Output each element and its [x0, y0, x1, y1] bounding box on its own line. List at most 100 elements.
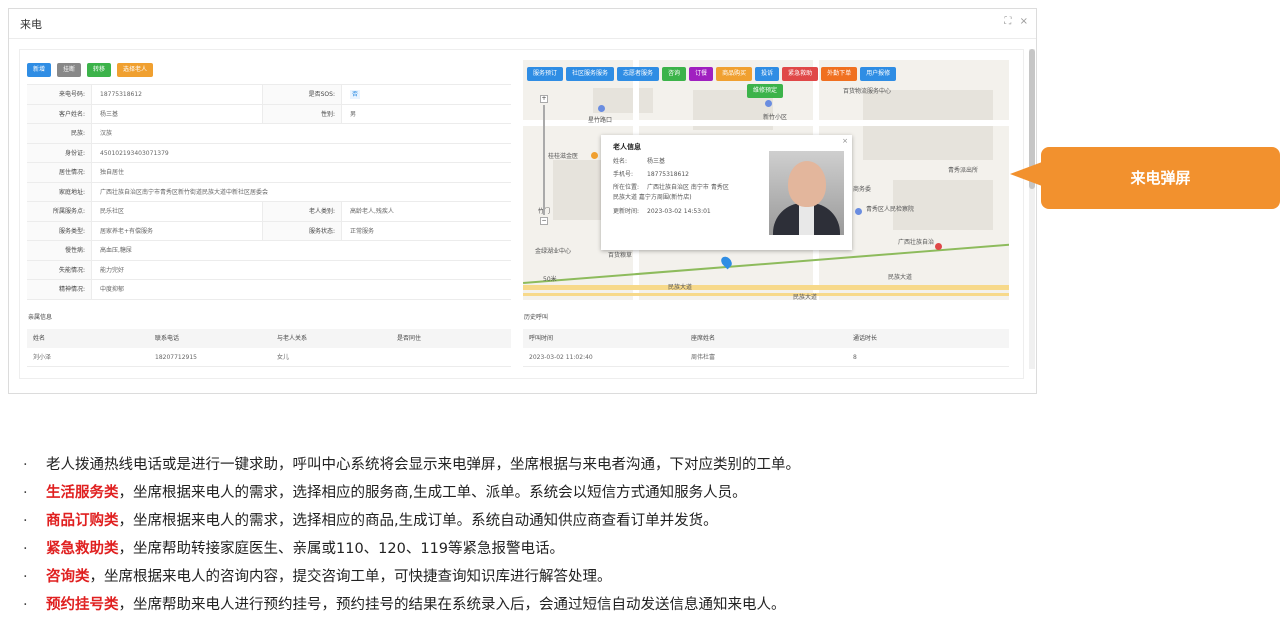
ability-value[interactable]: 能力完好 [92, 261, 511, 280]
feature-list: · 老人拨通热线电话或是进行一键求助，呼叫中心系统将会显示来电弹屏，坐席根据与来电… [23, 451, 800, 619]
map-label: 民族大道 [888, 274, 913, 281]
tool-community-service[interactable]: 社区服务服务 [566, 67, 615, 81]
transfer-button[interactable]: 转移 [87, 63, 112, 77]
form-row: 民族: 汉族 [27, 124, 511, 144]
tool-meal[interactable]: 订餐 [689, 67, 714, 81]
form-row: 客户姓名: 杨三基 性别: 男 [27, 104, 511, 124]
map-label: 新竹小区 [763, 114, 788, 121]
list-item: · 商品订购类，坐席根据来电人的需求，选择相应的商品,生成订单。系统自动通知供应商… [23, 513, 718, 529]
map-label: 民族大道 [668, 284, 693, 291]
gender-value[interactable]: 男 [342, 105, 511, 124]
map-poi-icon[interactable] [765, 100, 772, 107]
form-row: 所属服务点: 民乐社区 老人类别: 高龄老人,残疾人 [27, 202, 511, 222]
service-type-label: 服务类型: [27, 221, 92, 240]
elder-type-value[interactable]: 高龄老人,残疾人 [342, 202, 511, 221]
title-divider [9, 38, 1036, 39]
caller-form: 来电号码: 18775318612 是否SOS: 否 客户姓名: 杨三基 性别:… [27, 84, 511, 300]
map-label: 金绿湖业中心 [535, 248, 572, 255]
callout-arrow [1010, 162, 1042, 186]
tool-consult[interactable]: 咨询 [662, 67, 687, 81]
list-item: · 生活服务类，坐席根据来电人的需求，选择相应的服务商,生成工单、派单。系统会以短… [23, 485, 747, 501]
sos-value: 否 [342, 85, 511, 104]
disease-value[interactable]: 中度抑郁 [92, 280, 511, 299]
tool-complaint[interactable]: 投诉 [755, 67, 780, 81]
select-elder-button[interactable]: 选择老人 [117, 63, 154, 77]
dialog-title: 来电 [20, 18, 42, 31]
chronic-label: 慢性病: [27, 241, 92, 260]
tool-field-order[interactable]: 外勤下单 [821, 67, 858, 81]
agency-value[interactable]: 民乐社区 [92, 202, 262, 221]
zoom-slider[interactable] [543, 105, 545, 215]
address-value[interactable]: 广西壮族自治区南宁市青秀区新竹街道民族大道中新社区居委会 [92, 183, 511, 202]
map-poi-icon[interactable] [598, 105, 605, 112]
service-status-label: 服务状态: [262, 221, 342, 240]
phone-label: 来电号码: [27, 85, 92, 104]
service-status-value[interactable]: 正常服务 [342, 222, 511, 241]
tool-repair-booking[interactable]: 维修预定 [747, 84, 784, 98]
elder-type-label: 老人类别: [262, 202, 342, 221]
hospital-icon[interactable] [935, 243, 942, 250]
popup-row: 姓名: 杨三基 [613, 158, 666, 165]
map-label: 青秀区人民检察院 [866, 206, 915, 213]
add-button[interactable]: 新增 [27, 63, 52, 77]
form-row: 精神情况: 中度抑郁 [27, 280, 511, 300]
map-label: 百货粮草 [608, 252, 633, 259]
name-value[interactable]: 杨三基 [92, 105, 262, 124]
action-toolbar: 新增 挂断 转移 选择老人 [27, 63, 154, 77]
scrollbar[interactable] [1029, 49, 1035, 369]
popup-row: 手机号: 18775318612 [613, 171, 689, 178]
window-controls: ⛶ × [999, 16, 1028, 27]
map-label: 桂桂滋金医 [548, 153, 579, 160]
map-zoom-control[interactable]: + − [540, 95, 548, 225]
history-table: 呼叫时间 座席姓名 通话时长 2023-03-02 11:02:40 周伟杜富 … [523, 329, 1009, 367]
maximize-icon[interactable]: ⛶ [1004, 16, 1011, 27]
living-value[interactable]: 独自居住 [92, 163, 511, 182]
close-icon[interactable]: × [1020, 16, 1028, 27]
tool-volunteer[interactable]: 志愿者服务 [617, 67, 660, 81]
map-poi-icon[interactable] [591, 152, 598, 159]
gender-label: 性别: [262, 104, 342, 123]
chronic-value[interactable]: 高血压,糖尿 [92, 241, 511, 260]
elder-info-popup: × 老人信息 姓名: 杨三基 手机号: 18775318612 所在位置: 广西壮族自… [601, 135, 852, 250]
map-main-road [523, 285, 1009, 290]
map-label: 民族大道 [793, 294, 818, 300]
tool-emergency[interactable]: 紧急救助 [782, 67, 819, 81]
table-row[interactable]: 刘小泽 18207712915 女儿 [27, 348, 511, 367]
popup-row: 所在位置: 广西壮族自治区 南宁市 青秀区 [613, 184, 729, 191]
popup-title: 老人信息 [613, 143, 641, 151]
service-type-value[interactable]: 居家养老+有偿服务 [92, 222, 262, 241]
family-title: 亲属信息 [28, 314, 53, 321]
form-row: 身份证: 450102193403071379 [27, 143, 511, 163]
table-row[interactable]: 2023-03-02 11:02:40 周伟杜富 8 [523, 348, 1009, 367]
map-poi-icon[interactable] [855, 208, 862, 215]
table-header: 呼叫时间 座席姓名 通话时长 [523, 329, 1009, 348]
living-label: 居住情况: [27, 163, 92, 182]
zoom-in-icon[interactable]: + [540, 95, 548, 103]
tool-repair[interactable]: 用户报修 [860, 67, 897, 81]
list-item: · 预约挂号类，坐席帮助来电人进行预约挂号，预约挂号的结果在系统录入后，会通过短信… [23, 597, 786, 613]
form-row: 服务类型: 居家养老+有偿服务 服务状态: 正常服务 [27, 221, 511, 241]
tool-service-booking[interactable]: 服务预订 [527, 67, 564, 81]
family-table: 姓名 联系电话 与老人关系 是否同住 刘小泽 18207712915 女儿 [27, 329, 511, 367]
map-scale: 50米 [543, 276, 557, 283]
popup-row: 更新时间: 2023-03-02 14:53:01 [613, 208, 711, 215]
map-toolbar: 服务预订 社区服务服务 志愿者服务 咨询 订餐 商品购买 投诉 紧急救助 外勤下… [527, 67, 897, 81]
phone-value[interactable]: 18775318612 [92, 85, 262, 104]
close-icon[interactable]: × [842, 137, 848, 145]
id-value[interactable]: 450102193403071379 [92, 144, 511, 163]
form-row: 慢性病: 高血压,糖尿 [27, 241, 511, 261]
elder-photo [769, 151, 844, 235]
list-item: · 老人拨通热线电话或是进行一键求助，呼叫中心系统将会显示来电弹屏，坐席根据与来电… [23, 457, 800, 473]
address-label: 家庭地址: [27, 182, 92, 201]
name-label: 客户姓名: [27, 104, 92, 123]
hangup-button[interactable]: 挂断 [57, 63, 82, 77]
id-label: 身份证: [27, 143, 92, 162]
map-label: 百货物流服务中心 [843, 88, 892, 95]
ethnic-value[interactable]: 汉族 [92, 124, 511, 143]
map-main-road [523, 293, 1009, 296]
zoom-out-icon[interactable]: − [540, 217, 548, 225]
history-title: 历史呼叫 [524, 314, 549, 321]
sos-label: 是否SOS: [262, 85, 342, 104]
tool-shopping[interactable]: 商品购买 [716, 67, 753, 81]
agency-label: 所属服务点: [27, 202, 92, 221]
